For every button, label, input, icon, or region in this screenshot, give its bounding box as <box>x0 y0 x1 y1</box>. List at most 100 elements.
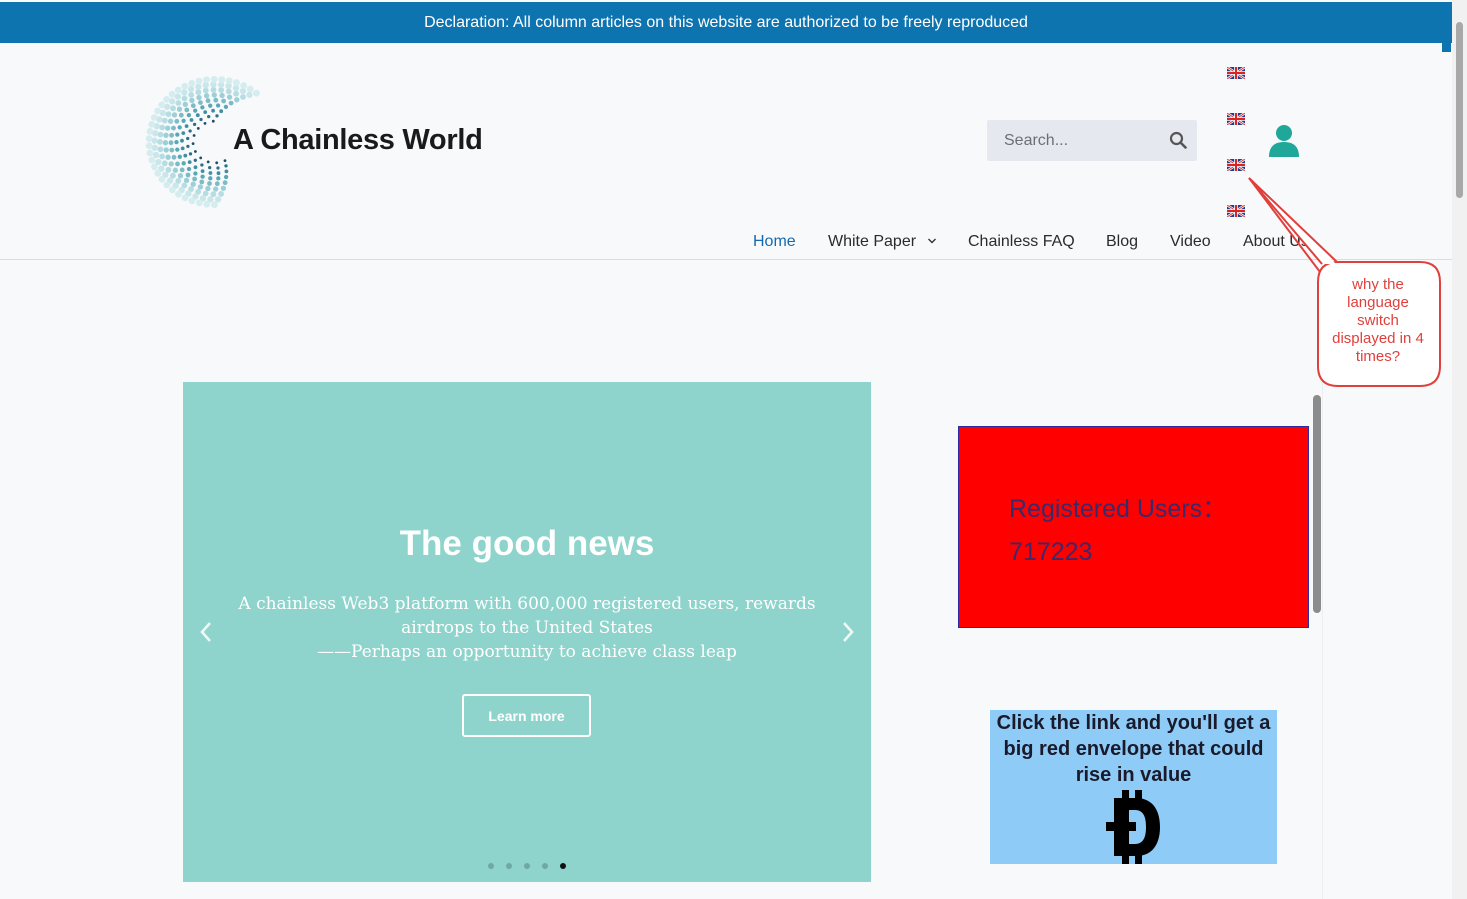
registered-users-label: Registered Users： <box>1009 495 1228 523</box>
logo-dot <box>214 181 220 187</box>
logo-dot <box>165 111 172 118</box>
logo-dot <box>183 177 190 184</box>
logo-dot <box>195 113 200 118</box>
promo-text-line-1: Click the link and you'll get a <box>996 712 1271 734</box>
logo-dot <box>188 129 192 133</box>
nav-about-us[interactable]: About Us <box>1243 233 1309 251</box>
uk-flag-icon[interactable] <box>1227 205 1245 217</box>
user-account-icon[interactable] <box>1268 124 1300 158</box>
logo-dot <box>174 86 182 94</box>
slider-dot-4[interactable] <box>542 863 548 869</box>
logo-dot <box>152 151 160 159</box>
search-box[interactable] <box>987 120 1197 161</box>
logo-dot <box>148 120 156 128</box>
logo-dot <box>188 79 196 87</box>
logo-dot <box>181 89 188 96</box>
page-scrollbar[interactable] <box>1452 0 1467 899</box>
logo-dot <box>205 98 211 104</box>
slider-dot-1[interactable] <box>488 863 494 869</box>
nav-video[interactable]: Video <box>1170 233 1211 251</box>
logo-dot <box>171 154 177 160</box>
red-envelope-promo[interactable]: Click the link and you'll get a big red … <box>990 710 1277 864</box>
logo-dot <box>184 107 190 113</box>
slider-next-arrow-icon[interactable] <box>840 620 856 644</box>
logo-dot <box>200 163 204 167</box>
promo-text-line-2: big red envelope that could <box>1003 738 1264 760</box>
nav-home[interactable]: Home <box>753 233 796 251</box>
logo-dot <box>186 166 192 172</box>
learn-more-button[interactable]: Learn more <box>462 694 591 737</box>
logo-dot <box>188 92 195 98</box>
promo-text: Click the link and you'll get a big red … <box>990 710 1277 788</box>
logo-dot <box>175 190 182 198</box>
logo-dot <box>145 135 153 142</box>
logo-dot <box>253 89 260 97</box>
logo-dot <box>182 101 188 108</box>
nav-chainless-faq[interactable]: Chainless FAQ <box>968 233 1075 251</box>
search-input[interactable] <box>987 120 1157 161</box>
slide-text-line-3: ——Perhaps an opportunity to achieve clas… <box>317 642 737 662</box>
logo-dot <box>188 152 193 156</box>
logo-dot <box>211 92 217 98</box>
site-logo[interactable]: A Chainless World <box>143 72 493 212</box>
promo-text-line-3: rise in value <box>1075 764 1192 786</box>
sidebar-scrollbar[interactable] <box>1313 395 1321 613</box>
logo-dot <box>157 146 164 153</box>
logo-dot <box>225 88 232 95</box>
logo-dot <box>203 93 210 99</box>
logo-dot <box>222 180 228 186</box>
logo-dot <box>169 186 176 194</box>
search-icon[interactable] <box>1169 131 1187 149</box>
slider-dot-2[interactable] <box>506 863 512 869</box>
logo-dot <box>216 166 220 170</box>
logo-dot <box>169 132 174 138</box>
nav-white-paper[interactable]: White Paper <box>828 233 937 251</box>
logo-dot <box>163 147 169 153</box>
announcement-text: Declaration: All column articles on this… <box>424 13 1028 31</box>
logo-dot <box>213 186 219 192</box>
uk-flag-icon[interactable] <box>1227 113 1245 125</box>
slider-prev-arrow-icon[interactable] <box>198 620 214 644</box>
uk-flag-icon[interactable] <box>1227 159 1245 171</box>
logo-dot <box>181 131 186 135</box>
logo-dot <box>165 154 171 160</box>
logo-dot <box>187 86 195 93</box>
logo-dot <box>193 171 198 176</box>
logo-dot <box>228 100 234 106</box>
logo-dot <box>219 109 224 114</box>
logo-dot <box>159 124 166 131</box>
uk-flag-icon[interactable] <box>1227 67 1245 79</box>
logo-dot <box>199 179 205 185</box>
slider-dot-3[interactable] <box>524 863 530 869</box>
logo-dot <box>184 124 189 128</box>
logo-dot <box>177 173 184 179</box>
logo-dot <box>218 76 226 83</box>
logo-dot <box>210 191 217 198</box>
logo-dot <box>203 110 208 114</box>
logo-dot <box>208 176 213 181</box>
announcement-banner: Declaration: All column articles on this… <box>0 2 1452 43</box>
logo-dot <box>186 112 192 118</box>
logo-dot <box>219 92 225 99</box>
slider-dot-5[interactable] <box>560 863 566 869</box>
logo-dot <box>208 171 213 175</box>
logo-dot <box>172 167 179 173</box>
logo-dot <box>196 127 200 130</box>
annotation-line-2: language <box>1347 294 1409 311</box>
logo-dot <box>197 184 204 190</box>
annotation-line-5: times? <box>1355 348 1401 365</box>
logo-dot <box>168 90 176 98</box>
logo-dot <box>225 77 233 85</box>
logo-dot <box>194 150 197 153</box>
logo-dot <box>214 196 222 203</box>
logo-dot <box>240 94 246 100</box>
logo-dot <box>211 201 218 209</box>
nav-blog[interactable]: Blog <box>1106 233 1138 251</box>
logo-dot <box>199 117 203 122</box>
logo-dot <box>207 181 212 186</box>
logo-text: A Chainless World <box>233 124 483 156</box>
logo-dot <box>154 107 161 115</box>
page-scrollbar-thumb[interactable] <box>1456 22 1463 198</box>
logo-dot <box>192 134 196 137</box>
dogecoin-icon <box>1106 790 1160 864</box>
